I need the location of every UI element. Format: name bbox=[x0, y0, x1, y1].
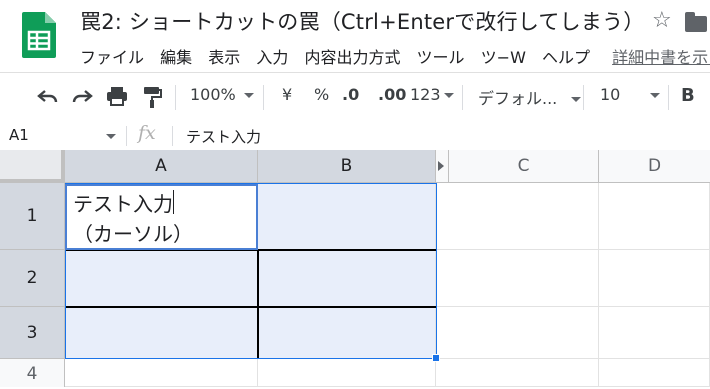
cell-editor-line-2: （カーソル） bbox=[73, 222, 193, 246]
column-header-b[interactable]: B bbox=[258, 150, 436, 183]
cell-a3[interactable] bbox=[65, 307, 258, 359]
formula-bar: A1 fx テスト入力 bbox=[0, 122, 710, 151]
menu-tools[interactable]: ツール bbox=[417, 48, 465, 67]
document-title[interactable]: 罠2: ショートカットの罠（Ctrl+Enterで改行してしまう） bbox=[80, 6, 644, 36]
cell-border-line bbox=[257, 249, 259, 359]
fx-icon: fx bbox=[138, 122, 156, 144]
percent-format-button[interactable]: % bbox=[314, 85, 329, 104]
column-header-a[interactable]: A bbox=[65, 150, 258, 183]
cell-c4[interactable] bbox=[436, 359, 599, 387]
row-header-4[interactable]: 4 bbox=[0, 359, 65, 387]
toolbar: 100% ¥ % .0 .00 123 デフォル... 10 B bbox=[0, 72, 710, 123]
menu-format[interactable]: 内容出力方式 bbox=[304, 48, 400, 67]
cell-d4[interactable] bbox=[599, 359, 710, 387]
folder-icon[interactable] bbox=[685, 12, 707, 32]
cell-b2[interactable] bbox=[258, 250, 436, 307]
cell-c2[interactable] bbox=[436, 250, 599, 307]
cell-a4[interactable] bbox=[65, 359, 258, 387]
formula-input[interactable]: テスト入力 bbox=[186, 126, 261, 147]
star-icon[interactable]: ☆ bbox=[652, 8, 672, 33]
sheets-logo-icon[interactable] bbox=[22, 12, 56, 58]
column-header-d[interactable]: D bbox=[599, 150, 710, 183]
more-formats-select[interactable]: 123 bbox=[410, 85, 454, 104]
title-bar: 罠2: ショートカットの罠（Ctrl+Enterで改行してしまう） ☆ ファイル… bbox=[0, 0, 710, 72]
currency-format-button[interactable]: ¥ bbox=[282, 85, 292, 104]
decrease-decimal-button[interactable]: .0 bbox=[342, 85, 359, 104]
last-edit-link[interactable]: 詳細中書を示した bbox=[612, 48, 710, 67]
menu-edit[interactable]: 編集 bbox=[160, 48, 192, 67]
cell-border-line bbox=[65, 306, 436, 308]
hidden-column-arrow-icon[interactable] bbox=[438, 161, 444, 171]
print-icon[interactable] bbox=[106, 86, 128, 106]
undo-icon[interactable] bbox=[37, 87, 59, 105]
increase-decimal-button[interactable]: .00 bbox=[378, 85, 406, 104]
menu-help[interactable]: ヘルプ bbox=[542, 48, 590, 67]
cell-b3[interactable] bbox=[258, 307, 436, 359]
cell-d3[interactable] bbox=[599, 307, 710, 359]
font-family-select[interactable]: デフォル... bbox=[478, 85, 582, 109]
zoom-select[interactable]: 100% bbox=[190, 85, 254, 104]
cell-b4[interactable] bbox=[258, 359, 436, 387]
menu-insert[interactable]: 入力 bbox=[256, 48, 288, 67]
cell-d2[interactable] bbox=[599, 250, 710, 307]
cell-c1[interactable] bbox=[436, 183, 599, 250]
column-header-c[interactable]: C bbox=[449, 150, 599, 183]
font-size-select[interactable]: 10 bbox=[600, 85, 661, 104]
bold-button[interactable]: B bbox=[681, 85, 695, 106]
menu-addons[interactable]: ツ−W bbox=[481, 48, 526, 67]
fill-handle[interactable] bbox=[432, 354, 440, 362]
cell-c3[interactable] bbox=[436, 307, 599, 359]
name-box-dropdown-icon[interactable] bbox=[106, 134, 116, 139]
menu-view[interactable]: 表示 bbox=[208, 48, 240, 67]
text-cursor bbox=[173, 190, 174, 214]
row-header-2[interactable]: 2 bbox=[0, 250, 65, 307]
menu-file[interactable]: ファイル bbox=[80, 48, 144, 67]
row-header-3[interactable]: 3 bbox=[0, 307, 65, 359]
cell-b1[interactable] bbox=[258, 183, 436, 250]
paint-format-icon[interactable] bbox=[142, 86, 162, 108]
menu-bar: ファイル 編集 表示 入力 内容出力方式 ツール ツ−W ヘルプ 詳細中書を示し… bbox=[80, 44, 710, 67]
cell-d1[interactable] bbox=[599, 183, 710, 250]
redo-icon[interactable] bbox=[71, 87, 93, 105]
row-header-1[interactable]: 1 bbox=[0, 183, 65, 250]
select-all-corner[interactable] bbox=[0, 150, 65, 183]
cell-a2[interactable] bbox=[65, 250, 258, 307]
name-box[interactable]: A1 bbox=[9, 126, 29, 144]
cell-editor[interactable]: テスト入力 （カーソル） bbox=[65, 184, 258, 250]
cell-editor-line-1: テスト入力 bbox=[73, 192, 173, 216]
